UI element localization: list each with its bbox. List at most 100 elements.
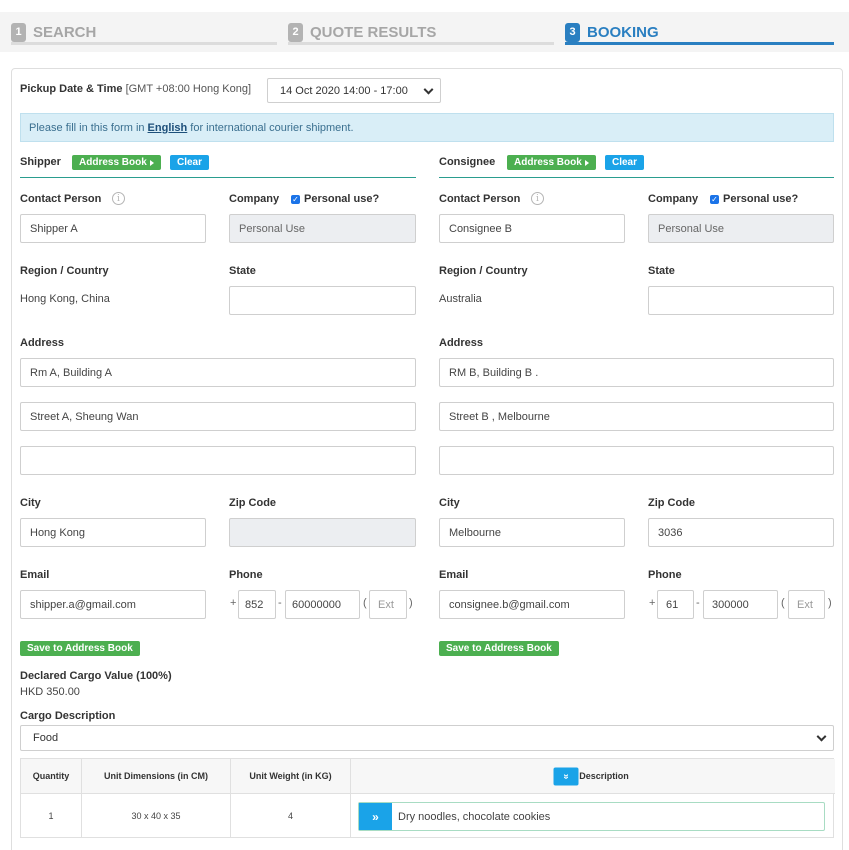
shipper-zip-input — [229, 518, 416, 547]
info-icon[interactable]: i — [112, 192, 125, 205]
consignee-city-input[interactable]: Melbourne — [439, 518, 625, 547]
consignee-phone-number-input[interactable]: 300000 — [703, 590, 778, 619]
shipper-contact-input[interactable]: Shipper A — [20, 214, 206, 243]
pickup-datetime-select[interactable]: 14 Oct 2020 14:00 - 17:00 — [267, 78, 441, 103]
shipper-save-address-button[interactable]: Save to Address Book — [20, 641, 140, 656]
item-description-value: Dry noodles, chocolate cookies — [398, 810, 551, 823]
notice-text-after: for international courier shipment. — [190, 121, 354, 134]
cargo-description-select[interactable]: Food — [20, 725, 834, 751]
phone-plus: + — [230, 597, 237, 609]
english-notice: Please fill in this form in English for … — [20, 113, 834, 142]
consignee-phone-code-input[interactable]: 61 — [657, 590, 694, 619]
consignee-personal-use-checkbox[interactable]: ✓ — [710, 195, 719, 204]
step-track-quote — [288, 42, 554, 45]
notice-text-before: Please fill in this form in — [29, 121, 145, 134]
chevron-down-icon — [816, 731, 827, 742]
phone-dash: - — [696, 597, 700, 609]
step-progress-bar: 1 SEARCH 2 QUOTE RESULTS 3 BOOKING — [0, 12, 849, 52]
consignee-phone-label: Phone — [648, 569, 682, 581]
column-header-quantity: Quantity — [21, 759, 82, 794]
shipper-personal-use-checkbox[interactable]: ✓ — [291, 195, 300, 204]
phone-close-paren: ) — [828, 597, 832, 609]
consignee-state-label: State — [648, 265, 675, 277]
shipper-address-line3[interactable] — [20, 446, 416, 475]
cargo-description-label: Cargo Description — [20, 710, 116, 722]
consignee-company-label: Company — [648, 193, 699, 205]
shipper-clear-button[interactable]: Clear — [170, 155, 210, 170]
shipper-title: Shipper — [20, 156, 61, 168]
shipper-region-label: Region / Country — [20, 265, 109, 277]
shipper-phone-number-input[interactable]: 60000000 — [285, 590, 360, 619]
consignee-contact-label: Contact Person — [439, 193, 521, 205]
item-description-field[interactable]: » Dry noodles, chocolate cookies — [358, 802, 825, 831]
consignee-zip-label: Zip Code — [648, 497, 696, 509]
double-chevron-down-icon[interactable]: » — [553, 767, 579, 785]
shipper-company-input: Personal Use — [229, 214, 416, 243]
phone-plus: + — [649, 597, 656, 609]
consignee-address-line3[interactable] — [439, 446, 834, 475]
consignee-phone-ext-input[interactable]: Ext — [788, 590, 825, 619]
shipper-state-label: State — [229, 265, 256, 277]
table-row-weight: 4 — [231, 794, 351, 838]
shipper-divider — [20, 177, 416, 178]
consignee-region-label: Region / Country — [439, 265, 528, 277]
address-book-label: Address Book — [514, 157, 582, 168]
cargo-description-value: Food — [33, 732, 59, 744]
pickup-datetime-value: 14 Oct 2020 14:00 - 17:00 — [280, 84, 408, 97]
pickup-label: Pickup Date & Time — [20, 83, 123, 95]
consignee-address-book-button[interactable]: Address Book — [507, 155, 596, 170]
consignee-title: Consignee — [439, 156, 496, 168]
phone-open-paren: ( — [781, 597, 785, 609]
caret-right-icon — [149, 159, 154, 166]
consignee-clear-button[interactable]: Clear — [605, 155, 645, 170]
cargo-items-table: Quantity Unit Dimensions (in CM) Unit We… — [20, 758, 835, 838]
table-row-dimensions: 30 x 40 x 35 — [82, 794, 231, 838]
shipper-phone-ext-input[interactable]: Ext — [369, 590, 407, 619]
consignee-region-value: Australia — [439, 293, 482, 305]
declared-value-label: Declared Cargo Value (100%) — [20, 670, 172, 682]
phone-close-paren: ) — [409, 597, 413, 609]
phone-open-paren: ( — [363, 597, 367, 609]
info-icon[interactable]: i — [531, 192, 544, 205]
table-row-description-cell: » Dry noodles, chocolate cookies — [351, 794, 835, 838]
shipper-city-label: City — [20, 497, 41, 509]
shipper-company-label: Company — [229, 193, 280, 205]
shipper-address-book-button[interactable]: Address Book — [72, 155, 161, 170]
consignee-city-label: City — [439, 497, 460, 509]
notice-english-link[interactable]: English — [148, 122, 188, 134]
shipper-city-input[interactable]: Hong Kong — [20, 518, 206, 547]
shipper-address-line1[interactable]: Rm A, Building A — [20, 358, 416, 387]
shipper-state-input[interactable] — [229, 286, 416, 315]
address-book-label: Address Book — [79, 157, 147, 168]
step-number: 3 — [565, 22, 580, 42]
step-label: BOOKING — [587, 23, 659, 41]
step-label: QUOTE RESULTS — [310, 23, 437, 41]
consignee-state-input[interactable] — [648, 286, 834, 315]
shipper-address-label: Address — [20, 337, 65, 349]
phone-dash: - — [278, 597, 282, 609]
shipper-email-input[interactable]: shipper.a@gmail.com — [20, 590, 206, 619]
step-track-booking — [565, 42, 834, 45]
column-header-weight: Unit Weight (in KG) — [231, 759, 351, 794]
shipper-phone-label: Phone — [229, 569, 263, 581]
consignee-zip-input[interactable]: 3036 — [648, 518, 834, 547]
shipper-phone-code-input[interactable]: 852 — [238, 590, 276, 619]
shipper-contact-label: Contact Person — [20, 193, 102, 205]
shipper-personal-use-label: Personal use? — [304, 193, 380, 205]
consignee-save-address-button[interactable]: Save to Address Book — [439, 641, 559, 656]
consignee-email-input[interactable]: consignee.b@gmail.com — [439, 590, 625, 619]
description-header-label: Description — [579, 771, 629, 781]
shipper-email-label: Email — [20, 569, 50, 581]
step-label: SEARCH — [33, 23, 97, 41]
consignee-contact-input[interactable]: Consignee B — [439, 214, 625, 243]
table-row-quantity: 1 — [21, 794, 82, 838]
shipper-address-line2[interactable]: Street A, Sheung Wan — [20, 402, 416, 431]
consignee-email-label: Email — [439, 569, 469, 581]
consignee-divider — [439, 177, 834, 178]
consignee-address-line2[interactable]: Street B , Melbourne — [439, 402, 834, 431]
pickup-timezone: [GMT +08:00 Hong Kong] — [125, 83, 252, 95]
pickup-label-group: Pickup Date & Time [GMT +08:00 Hong Kong… — [20, 83, 251, 95]
consignee-address-line1[interactable]: RM B, Building B . — [439, 358, 834, 387]
double-chevron-right-icon[interactable]: » — [359, 803, 392, 830]
column-header-dimensions: Unit Dimensions (in CM) — [82, 759, 231, 794]
